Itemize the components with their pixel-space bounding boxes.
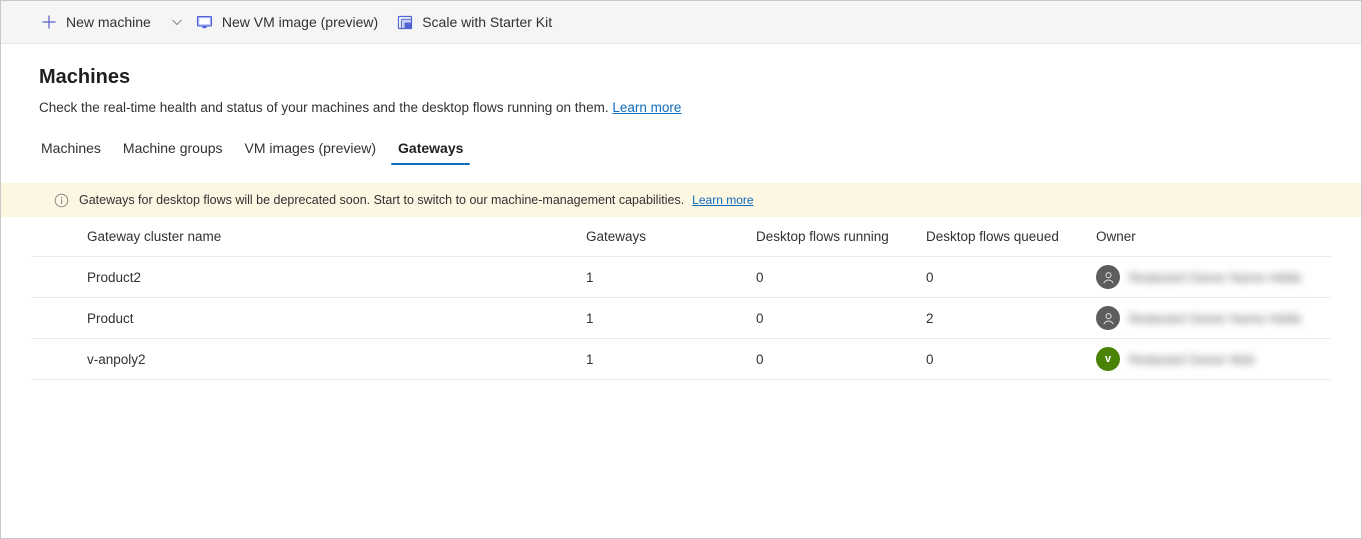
column-header-gateway-cluster-name[interactable]: Gateway cluster name [31, 229, 586, 244]
chevron-down-icon[interactable] [167, 12, 187, 32]
tab-machine-groups[interactable]: Machine groups [112, 138, 234, 165]
info-icon [53, 192, 69, 208]
column-header-gateways[interactable]: Gateways [586, 229, 756, 244]
deprecation-banner: Gateways for desktop flows will be depre… [1, 183, 1361, 217]
cell-desktop-flows-running: 0 [756, 269, 764, 285]
cell-gateway-cluster-name: Product2 [87, 269, 142, 285]
page-description: Check the real-time health and status of… [39, 99, 1361, 117]
scale-starter-kit-label: Scale with Starter Kit [422, 14, 553, 30]
table-row[interactable]: v-anpoly2 1 0 0 v Redacted Owner Mail [31, 339, 1331, 380]
plus-icon [40, 13, 58, 31]
tab-machine-groups-label: Machine groups [122, 140, 223, 156]
page-body: Machines Check the real-time health and … [1, 64, 1361, 380]
tab-gateways-label: Gateways [398, 140, 464, 156]
avatar [1096, 265, 1120, 289]
tab-machines-label: Machines [41, 140, 101, 156]
monitor-icon [196, 13, 214, 31]
tab-vm-images[interactable]: VM images (preview) [234, 138, 387, 165]
cell-desktop-flows-running: 0 [756, 351, 764, 367]
scale-icon [396, 13, 414, 31]
cell-owner: Redacted Owner Name Hidden [1096, 306, 1301, 330]
cell-gateways: 1 [586, 269, 594, 285]
tab-machines[interactable]: Machines [39, 138, 112, 165]
cell-desktop-flows-queued: 2 [926, 310, 934, 326]
new-vm-image-button[interactable]: New VM image (preview) [187, 6, 387, 38]
new-machine-label: New machine [66, 14, 151, 30]
tab-vm-images-label: VM images (preview) [244, 140, 377, 156]
page-description-text: Check the real-time health and status of… [39, 100, 609, 115]
scale-starter-kit-button[interactable]: Scale with Starter Kit [387, 6, 561, 38]
column-header-owner[interactable]: Owner [1096, 229, 1301, 244]
avatar [1096, 306, 1120, 330]
cell-desktop-flows-queued: 0 [926, 269, 934, 285]
column-header-desktop-flows-running[interactable]: Desktop flows running [756, 229, 926, 244]
avatar: v [1096, 347, 1120, 371]
cell-desktop-flows-queued: 0 [926, 351, 934, 367]
cell-gateway-cluster-name: Product [87, 310, 134, 326]
new-vm-image-label: New VM image (preview) [221, 14, 379, 30]
banner-text: Gateways for desktop flows will be depre… [79, 193, 685, 207]
tab-gateways[interactable]: Gateways [387, 138, 474, 165]
banner-learn-more-link[interactable]: Learn more [692, 193, 753, 207]
cell-gateway-cluster-name: v-anpoly2 [87, 351, 146, 367]
cell-owner: Redacted Owner Name Hidden [1096, 265, 1301, 289]
app-window: New machine New VM image (preview) Scale… [0, 0, 1362, 539]
gateways-table: Gateway cluster name Gateways Desktop fl… [31, 217, 1331, 380]
owner-name: Redacted Owner Mail [1129, 351, 1254, 367]
table-row[interactable]: Product2 1 0 0 Redacted Owner Name Hidde… [31, 257, 1331, 298]
cell-desktop-flows-running: 0 [756, 310, 764, 326]
column-header-desktop-flows-queued[interactable]: Desktop flows queued [926, 229, 1096, 244]
tab-bar: Machines Machine groups VM images (previ… [39, 135, 1361, 165]
new-machine-button[interactable]: New machine [31, 6, 160, 38]
command-bar: New machine New VM image (preview) Scale… [1, 1, 1361, 44]
cell-gateways: 1 [586, 310, 594, 326]
cell-gateways: 1 [586, 351, 594, 367]
cell-owner: v Redacted Owner Mail [1096, 347, 1301, 371]
owner-name: Redacted Owner Name Hidden [1129, 269, 1301, 285]
header-learn-more-link[interactable]: Learn more [612, 100, 681, 115]
owner-name: Redacted Owner Name Hidden [1129, 310, 1301, 326]
page-title: Machines [39, 66, 131, 88]
table-row[interactable]: Product 1 0 2 Redacted Owner Name Hidden [31, 298, 1331, 339]
table-header-row: Gateway cluster name Gateways Desktop fl… [31, 217, 1331, 257]
